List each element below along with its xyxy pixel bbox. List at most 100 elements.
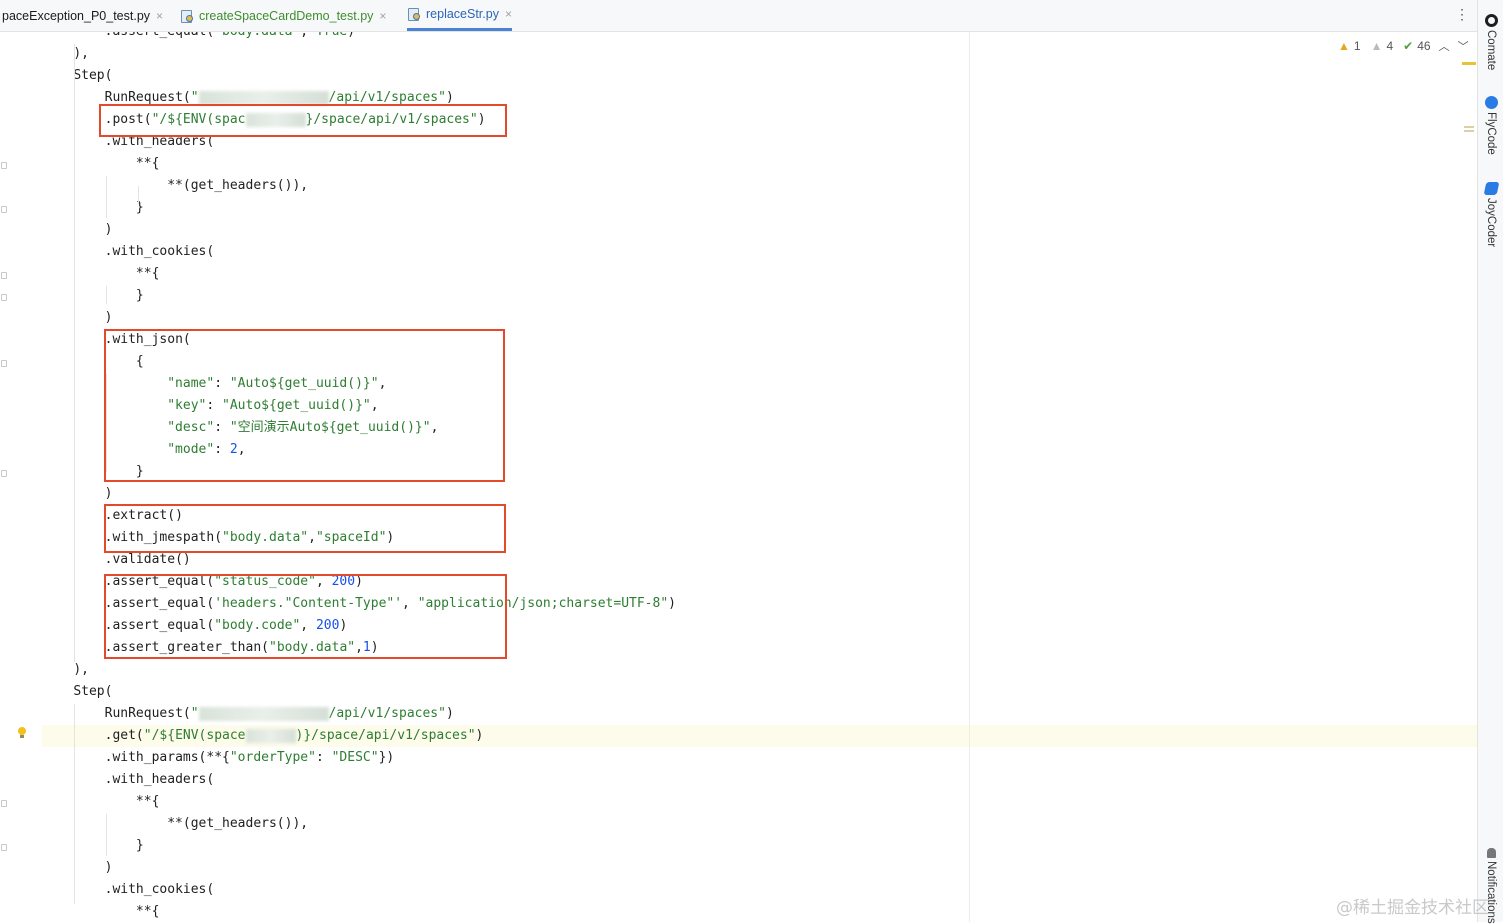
- code-token: .with_params(**{: [104, 750, 230, 765]
- code-line: .with_cookies(: [42, 241, 1477, 263]
- code-token: .with_headers(: [104, 772, 215, 787]
- tool-label: FlyCode: [1485, 112, 1497, 155]
- code-line: **(get_headers()),: [42, 813, 1477, 835]
- tab-label: replaceStr.py: [426, 7, 499, 21]
- fold-marker-icon[interactable]: [1, 360, 7, 367]
- redacted-text: [198, 90, 329, 105]
- code-line: **{: [42, 263, 1477, 285]
- tab-createspacecarddemo[interactable]: createSpaceCardDemo_test.py ×: [180, 0, 386, 31]
- close-icon[interactable]: ×: [156, 9, 163, 23]
- code-line: RunRequest(" /api/v1/spaces"): [42, 703, 1477, 725]
- fold-marker-icon[interactable]: [1, 470, 7, 477]
- code-token: **{: [135, 794, 160, 809]
- editor-tab-bar: paceException_P0_test.py × createSpaceCa…: [0, 0, 1477, 32]
- fold-marker-icon[interactable]: [1, 800, 7, 807]
- lightbulb-icon[interactable]: [17, 727, 27, 739]
- highlight-box-extract: [104, 504, 506, 553]
- code-token: ): [445, 90, 454, 105]
- tab-label: paceException_P0_test.py: [2, 8, 151, 23]
- indent-guide: [138, 186, 139, 204]
- code-token: ): [104, 310, 113, 325]
- indent-guide: [74, 704, 75, 904]
- tool-flycode[interactable]: FlyCode: [1480, 96, 1502, 155]
- code-line: **{: [42, 791, 1477, 813]
- string-token: )}/space/api/v1/spaces": [295, 728, 476, 743]
- weak-warning-icon: ▲: [1370, 39, 1383, 53]
- code-token: }: [135, 288, 144, 303]
- close-icon[interactable]: ×: [505, 7, 512, 21]
- code-token: ),: [73, 46, 89, 61]
- string-token: "DESC": [331, 750, 379, 765]
- code-token: .with_cookies(: [104, 244, 215, 259]
- code-token: ): [668, 596, 676, 611]
- code-line: ),: [42, 43, 1477, 65]
- fold-marker-icon[interactable]: [1, 294, 7, 301]
- code-line: **(get_headers()),: [42, 175, 1477, 197]
- code-token: **{: [135, 156, 160, 171]
- code-token: RunRequest(: [104, 706, 191, 721]
- string-token: /api/v1/spaces": [328, 706, 446, 721]
- code-token: **{: [135, 904, 160, 919]
- code-token: **(get_headers()),: [167, 178, 309, 193]
- string-token: ": [190, 90, 199, 105]
- code-token: .with_cookies(: [104, 882, 215, 897]
- chevron-down-icon[interactable]: ﹀: [1458, 38, 1469, 54]
- scroll-marker[interactable]: [1464, 126, 1474, 128]
- tab-label: createSpaceCardDemo_test.py: [199, 8, 374, 23]
- code-token: Step(: [73, 68, 113, 83]
- chevron-up-icon[interactable]: ︿: [1439, 38, 1450, 54]
- close-icon[interactable]: ×: [379, 9, 386, 23]
- tab-replacestr[interactable]: replaceStr.py ×: [407, 0, 512, 31]
- weak-warning-count: 4: [1386, 39, 1394, 53]
- typo-check-icon: ✔: [1403, 39, 1414, 53]
- string-token: True: [316, 32, 347, 39]
- inspection-widget[interactable]: ▲ 1 ▲ 4 ✔ 46 ︿ ﹀: [1338, 38, 1469, 54]
- editor-gutter: [0, 64, 42, 922]
- code-token: .validate(): [104, 552, 191, 567]
- warning-icon: ▲: [1338, 39, 1350, 53]
- indent-guide: [106, 176, 107, 218]
- indent-guide: [106, 286, 107, 304]
- scroll-warning-marker[interactable]: [1462, 62, 1476, 65]
- more-options-icon[interactable]: ⋮: [1455, 6, 1469, 23]
- tool-joycoder[interactable]: JoyCoder: [1480, 182, 1502, 247]
- highlight-box-asserts: [104, 574, 507, 659]
- code-token: RunRequest(: [104, 90, 191, 105]
- code-line: .with_params(**{"orderType": "DESC"}): [42, 747, 1477, 769]
- code-token: Step(: [73, 684, 113, 699]
- code-token: }: [135, 838, 144, 853]
- fold-marker-icon[interactable]: [1, 162, 7, 169]
- fold-marker-icon[interactable]: [1, 206, 7, 213]
- code-line: }: [42, 835, 1477, 857]
- right-tool-strip: Comate FlyCode JoyCoder Notifications: [1477, 0, 1503, 924]
- comate-icon: [1484, 14, 1498, 27]
- scroll-marker[interactable]: [1464, 130, 1474, 132]
- code-token: ): [104, 222, 113, 237]
- tool-comate[interactable]: Comate: [1480, 14, 1502, 70]
- string-token: "/${ENV(space: [143, 728, 246, 743]
- warning-count: 1: [1353, 39, 1361, 53]
- joycoder-icon: [1483, 182, 1499, 195]
- code-token: }): [378, 750, 395, 765]
- fold-marker-icon[interactable]: [1, 272, 7, 279]
- code-token: ): [104, 486, 113, 501]
- bell-icon: [1486, 848, 1496, 858]
- fold-marker-icon[interactable]: [1, 844, 7, 851]
- tab-paceexception[interactable]: paceException_P0_test.py ×: [2, 0, 163, 31]
- code-line: .get("/${ENV(space)}/space/api/v1/spaces…: [42, 725, 1477, 747]
- code-line: ): [42, 857, 1477, 879]
- tool-label: JoyCoder: [1485, 198, 1497, 248]
- redacted-text: [245, 728, 296, 743]
- python-file-icon: [407, 7, 421, 21]
